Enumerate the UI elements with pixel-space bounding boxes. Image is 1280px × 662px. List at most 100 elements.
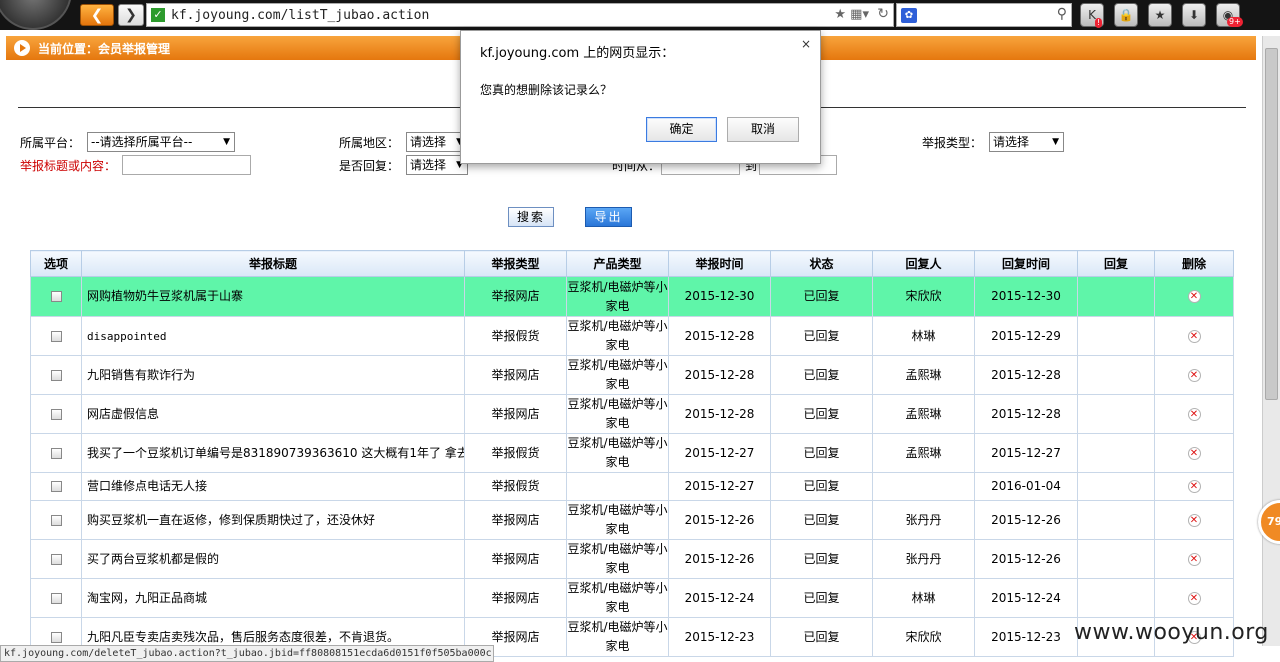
row-type: 举报网店	[464, 276, 567, 317]
row-checkbox[interactable]	[50, 408, 62, 420]
export-button[interactable]: 导出	[585, 207, 632, 227]
row-checkbox[interactable]	[50, 553, 62, 565]
row-reply	[1077, 394, 1155, 434]
bookmark-star-icon[interactable]: ★ ▦▾	[834, 7, 869, 22]
table-row[interactable]: disappointed 举报假货 豆浆机/电磁炉等小家电 2015-12-28…	[30, 316, 1234, 356]
row-checkbox[interactable]	[50, 291, 62, 302]
delete-icon[interactable]: ✕	[1187, 591, 1201, 605]
table-row[interactable]: 购买豆浆机一直在返修，修到保质期快过了，还没休好 举报网店 豆浆机/电磁炉等小家…	[30, 500, 1234, 540]
delete-icon[interactable]: ✕	[1187, 329, 1201, 343]
row-checkbox[interactable]	[50, 481, 62, 492]
row-reply	[1077, 472, 1155, 501]
table-row[interactable]: 我买了一个豆浆机订单编号是831890739363610 这大概有1年了 拿去维…	[30, 433, 1234, 473]
browser-logo-icon[interactable]	[0, 0, 72, 30]
delete-icon[interactable]: ✕	[1187, 446, 1201, 460]
row-checkbox[interactable]	[50, 514, 62, 526]
row-title[interactable]: 我买了一个豆浆机订单编号是831890739363610 这大概有1年了 拿去维	[81, 433, 465, 473]
table-row[interactable]: 网购植物奶牛豆浆机属于山寨 举报网店 豆浆机/电磁炉等小家电 2015-12-3…	[30, 276, 1234, 317]
report-type-select[interactable]: 请选择 ▼	[989, 132, 1064, 152]
address-text[interactable]: kf.joyoung.com/listT_jubao.action	[171, 8, 429, 23]
forward-button[interactable]: ❯	[118, 4, 144, 26]
alert-badge: !	[1095, 18, 1103, 28]
row-replier: 孟熙琳	[872, 433, 975, 473]
delete-icon[interactable]: ✕	[1187, 368, 1201, 382]
row-checkbox[interactable]	[50, 592, 62, 604]
delete-icon[interactable]: ✕	[1187, 407, 1201, 421]
row-reply-time: 2015-12-23	[974, 617, 1078, 657]
row-checkbox[interactable]	[50, 369, 62, 381]
keyword-input[interactable]	[122, 155, 251, 175]
search-bar[interactable]: ✿ ⚲	[896, 3, 1072, 27]
replied-select[interactable]: 请选择 ▼	[406, 155, 468, 175]
row-reply-time: 2015-12-26	[974, 500, 1078, 540]
dialog-title: kf.joyoung.com 上的网页显示：	[480, 46, 675, 61]
table-row[interactable]: 营口维修点电话无人接 举报假货 2015-12-27 已回复 2016-01-0…	[30, 472, 1234, 501]
table-row[interactable]: 九阳销售有欺诈行为 举报网店 豆浆机/电磁炉等小家电 2015-12-28 已回…	[30, 355, 1234, 395]
row-title[interactable]: 网店虚假信息	[81, 394, 465, 434]
lock-icon[interactable]: 🔒	[1114, 3, 1138, 27]
replied-select-value: 请选择	[410, 158, 447, 172]
row-status: 已回复	[770, 617, 873, 657]
game-icon[interactable]: ◉ 9+	[1216, 3, 1243, 27]
delete-icon[interactable]: ✕	[1187, 552, 1201, 566]
ok-button[interactable]: 确定	[646, 117, 717, 142]
region-select-value: 请选择	[410, 135, 447, 149]
table-row[interactable]: 淘宝网，九阳正品商城 举报网店 豆浆机/电磁炉等小家电 2015-12-24 已…	[30, 578, 1234, 618]
row-reply-time: 2015-12-28	[974, 355, 1078, 395]
scrollbar-thumb[interactable]	[1265, 48, 1278, 400]
row-title[interactable]: 买了两台豆浆机都是假的	[81, 539, 465, 579]
row-checkbox[interactable]	[50, 631, 62, 643]
row-title[interactable]: 淘宝网，九阳正品商城	[81, 578, 465, 618]
search-icon[interactable]: ⚲	[1057, 6, 1067, 22]
row-product: 豆浆机/电磁炉等小家电	[566, 316, 669, 356]
game-badge: 9+	[1227, 17, 1243, 27]
row-product: 豆浆机/电磁炉等小家电	[566, 433, 669, 473]
report-type-select-value: 请选择	[993, 135, 1030, 149]
row-title[interactable]: 网购植物奶牛豆浆机属于山寨	[81, 276, 465, 317]
confirm-dialog: kf.joyoung.com 上的网页显示： × 您真的想删除该记录么？ 确定 …	[460, 30, 821, 164]
download-icon[interactable]: ⬇	[1182, 3, 1206, 27]
row-replier: 孟熙琳	[872, 355, 975, 395]
row-checkbox[interactable]	[50, 447, 62, 459]
col-time: 举报时间	[668, 250, 771, 277]
delete-icon[interactable]: ✕	[1187, 480, 1201, 493]
table-row[interactable]: 网店虚假信息 举报网店 豆浆机/电磁炉等小家电 2015-12-28 已回复 孟…	[30, 394, 1234, 434]
row-type: 举报网店	[464, 355, 567, 395]
row-replier	[872, 472, 975, 501]
baidu-paw-icon[interactable]: ✿	[901, 8, 917, 23]
row-status: 已回复	[770, 578, 873, 618]
col-reply: 回复	[1077, 250, 1155, 277]
back-button[interactable]: ❮	[80, 4, 114, 26]
reload-icon[interactable]: ↻	[877, 6, 889, 22]
page-location-title: 当前位置：会员举报管理	[38, 42, 171, 56]
extension-k-icon[interactable]: K!	[1080, 3, 1104, 28]
col-reply-time: 回复时间	[974, 250, 1078, 277]
row-reply-time: 2015-12-29	[974, 316, 1078, 356]
row-title[interactable]: disappointed	[81, 316, 465, 356]
close-icon[interactable]: ×	[801, 37, 811, 51]
row-reply-time: 2015-12-24	[974, 578, 1078, 618]
row-replier: 宋欣欣	[872, 617, 975, 657]
row-time: 2015-12-24	[668, 578, 771, 618]
row-reply	[1077, 433, 1155, 473]
row-reply-time: 2015-12-30	[974, 276, 1078, 317]
row-reply	[1077, 578, 1155, 618]
platform-select[interactable]: --请选择所属平台-- ▼	[87, 132, 235, 152]
delete-icon[interactable]: ✕	[1187, 513, 1201, 527]
cancel-button[interactable]: 取消	[727, 117, 799, 142]
row-checkbox[interactable]	[50, 330, 62, 342]
delete-icon[interactable]: ✕	[1187, 290, 1201, 303]
favorites-star-icon[interactable]: ★	[1148, 3, 1172, 27]
row-title[interactable]: 九阳销售有欺诈行为	[81, 355, 465, 395]
address-bar[interactable]: ✓ kf.joyoung.com/listT_jubao.action ★ ▦▾…	[146, 3, 894, 27]
row-status: 已回复	[770, 316, 873, 356]
region-select[interactable]: 请选择▼	[406, 132, 468, 152]
row-title[interactable]: 购买豆浆机一直在返修，修到保质期快过了，还没休好	[81, 500, 465, 540]
row-time: 2015-12-26	[668, 500, 771, 540]
chevron-down-icon: ▼	[1052, 137, 1059, 147]
search-button[interactable]: 搜索	[508, 207, 554, 227]
table-row[interactable]: 买了两台豆浆机都是假的 举报网店 豆浆机/电磁炉等小家电 2015-12-26 …	[30, 539, 1234, 579]
row-title[interactable]: 营口维修点电话无人接	[81, 472, 465, 501]
row-product: 豆浆机/电磁炉等小家电	[566, 394, 669, 434]
report-type-label: 举报类型：	[922, 136, 983, 150]
